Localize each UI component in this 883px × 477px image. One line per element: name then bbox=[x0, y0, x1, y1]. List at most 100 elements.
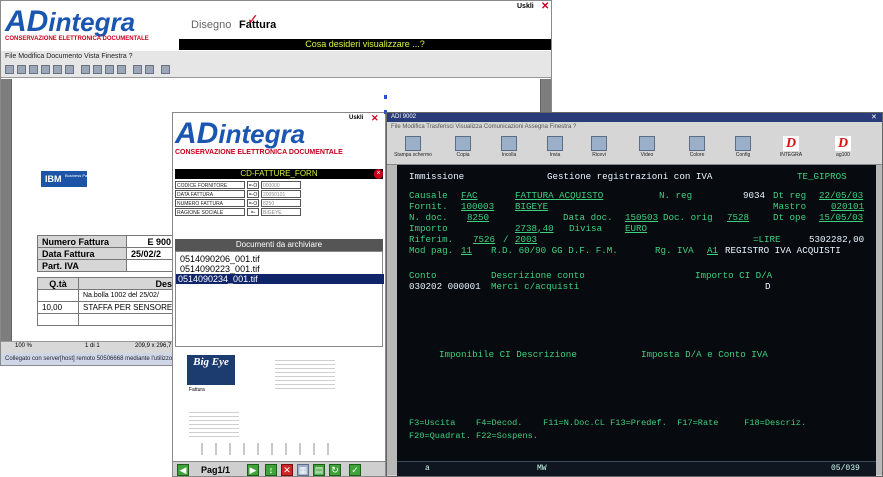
print-screen-button[interactable]: Stampa schermo bbox=[389, 134, 437, 163]
function-keys-row-1[interactable]: F3=Uscita F4=Decod. F11=N.Doc.CL F13=Pre… bbox=[409, 418, 806, 429]
docs-title-text: Documenti da archiviare bbox=[235, 240, 323, 249]
fornitore-code-field[interactable]: 100003 bbox=[461, 201, 494, 212]
zoom-level[interactable]: 100 % bbox=[15, 343, 32, 349]
archive-button[interactable]: ↕ bbox=[265, 464, 277, 476]
next-page-button[interactable]: ▶ bbox=[247, 464, 259, 476]
field-value-input[interactable]: 8250 bbox=[261, 199, 301, 207]
viewer-toolbar bbox=[1, 63, 551, 78]
text-select-icon[interactable] bbox=[65, 65, 74, 74]
copy-icon bbox=[455, 136, 471, 151]
col-descrizione-header: Descrizione conto bbox=[491, 270, 585, 281]
ndoc-label: N. doc. bbox=[409, 212, 448, 223]
config-button[interactable]: Config bbox=[719, 134, 767, 163]
logo-tagline: CONSERVAZIONE ELETTRONICA DOCUMENTALE bbox=[5, 36, 149, 42]
scan-button[interactable]: ▦ bbox=[297, 464, 309, 476]
prev-page-icon[interactable] bbox=[93, 65, 102, 74]
color-button[interactable]: Colore bbox=[673, 134, 721, 163]
riferimento-year-field[interactable]: 2003 bbox=[515, 234, 537, 245]
list-item[interactable]: 0514090223_001.tif bbox=[178, 264, 262, 274]
terminal-close-icon[interactable]: ✕ bbox=[871, 113, 877, 121]
first-page-icon[interactable] bbox=[81, 65, 90, 74]
page-indicator: Pag1/1 bbox=[201, 465, 231, 475]
importo-field[interactable]: 2738,40 bbox=[515, 223, 554, 234]
last-page-icon[interactable] bbox=[117, 65, 126, 74]
close-button[interactable]: Uskli bbox=[517, 3, 534, 10]
prev-page-button[interactable]: ◀ bbox=[177, 464, 189, 476]
field-row-numero-fattura: NUMERO FATTURA =-O 8250 bbox=[175, 199, 383, 208]
invoice-table: Numero Fattura E 900 Data Fattura 25/02/2 … bbox=[37, 235, 176, 272]
docorig-field[interactable]: 7528 bbox=[727, 212, 749, 223]
close-icon[interactable]: ✕ bbox=[371, 113, 379, 124]
function-keys-row-2[interactable]: F20=Quadrat. F22=Sospens. bbox=[409, 431, 538, 442]
send-button[interactable]: Invia bbox=[531, 134, 579, 163]
docorig-label: Doc. orig bbox=[663, 212, 713, 223]
invoice-date-value: 25/02/2 bbox=[126, 247, 176, 260]
fields-close-icon[interactable]: × bbox=[374, 169, 383, 179]
tool-label: ag100 bbox=[836, 152, 850, 158]
field-operator[interactable]: =-O bbox=[247, 199, 259, 207]
mastro-field[interactable]: 020101 bbox=[831, 201, 864, 212]
next-page-icon[interactable] bbox=[105, 65, 114, 74]
mastro-label: Mastro bbox=[773, 201, 807, 212]
rgiva-label: Rg. IVA bbox=[655, 245, 694, 256]
open-icon[interactable] bbox=[5, 65, 14, 74]
ag100-button[interactable]: Dag100 bbox=[819, 134, 867, 163]
col-importo-header: Importo CI D/A bbox=[695, 270, 773, 281]
field-value-input[interactable]: 000000 bbox=[261, 181, 301, 189]
datadoc-field[interactable]: 150503 bbox=[625, 212, 658, 223]
status-session: a bbox=[425, 464, 430, 473]
list-item-selected[interactable]: 0514090234_001.tif bbox=[176, 274, 384, 284]
zoom-icon[interactable] bbox=[53, 65, 62, 74]
field-operator[interactable]: =- bbox=[247, 208, 259, 216]
thumb-caption: Fattura bbox=[189, 387, 205, 393]
delete-button[interactable]: ✕ bbox=[281, 464, 293, 476]
paste-button[interactable]: Incolla bbox=[485, 134, 533, 163]
video-button[interactable]: Video bbox=[623, 134, 671, 163]
fit-width-icon[interactable] bbox=[145, 65, 154, 74]
fit-page-icon[interactable] bbox=[133, 65, 142, 74]
logo-tagline: CONSERVAZIONE ELETTRONICA DOCUMENTALE bbox=[175, 149, 343, 156]
rotate-button[interactable]: ↻ bbox=[329, 464, 341, 476]
invoice-number-label: Numero Fattura bbox=[37, 235, 127, 248]
dtreg-field[interactable]: 22/05/03 bbox=[819, 190, 863, 201]
receive-button[interactable]: Ricevi bbox=[575, 134, 623, 163]
imponibile-header: Imponibile CI Descrizione bbox=[439, 349, 577, 360]
integra-button[interactable]: D INTEGRA bbox=[767, 134, 815, 163]
row-conto[interactable]: 030202 000001 bbox=[409, 281, 481, 292]
menubar-items[interactable]: File Modifica Documento Vista Finestra ? bbox=[1, 53, 132, 60]
copy-button[interactable]: Copia bbox=[439, 134, 487, 163]
divisa-label: Divisa bbox=[569, 223, 603, 234]
find-icon[interactable] bbox=[161, 65, 170, 74]
riferimento-number-field[interactable]: 7526 bbox=[473, 234, 495, 245]
integra-d-icon: D bbox=[783, 136, 799, 151]
hand-icon[interactable] bbox=[41, 65, 50, 74]
fields-title: CD-FATTURE_FORN bbox=[175, 169, 383, 179]
print-icon[interactable] bbox=[29, 65, 38, 74]
field-value-input[interactable]: BIGEYE bbox=[261, 208, 301, 216]
print-button[interactable]: ▤ bbox=[313, 464, 325, 476]
field-value-input[interactable]: 20050101 bbox=[261, 190, 301, 198]
causale-field[interactable]: FAC bbox=[461, 190, 478, 201]
field-operator[interactable]: =-O bbox=[247, 181, 259, 189]
tab-disegno[interactable]: Disegno bbox=[191, 19, 231, 31]
save-icon[interactable] bbox=[17, 65, 26, 74]
divisa-field[interactable]: EURO bbox=[625, 223, 647, 234]
close-icon[interactable]: ✕ bbox=[541, 1, 549, 12]
ndoc-field[interactable]: 8250 bbox=[467, 212, 489, 223]
confirm-button[interactable]: ✓ bbox=[349, 464, 361, 476]
bigeye-logo-text: Big Eye bbox=[193, 356, 229, 368]
document-thumbnail[interactable]: Big Eye Fattura bbox=[175, 349, 383, 459]
modpag-field[interactable]: 11 bbox=[461, 245, 472, 256]
field-operator[interactable]: =-O bbox=[247, 190, 259, 198]
terminal-screen[interactable]: Immissione Gestione registrazioni con IV… bbox=[397, 165, 876, 461]
terminal-toolbar: Stampa schermo Copia Incolla Invia Ricev… bbox=[387, 133, 882, 165]
vat-label: Part. IVA bbox=[37, 259, 127, 272]
dtope-field[interactable]: 15/05/03 bbox=[819, 212, 863, 223]
list-item[interactable]: 0514090206_001.tif bbox=[178, 254, 262, 264]
receive-icon bbox=[591, 136, 607, 151]
close-button[interactable]: Uskli bbox=[349, 115, 363, 121]
field-row-data-fattura: DATA FATTURA =-O 20050101 bbox=[175, 190, 383, 199]
terminal-menu-items[interactable]: File Modifica Trasferisci Visualizza Com… bbox=[391, 124, 576, 130]
rgiva-field[interactable]: A1 bbox=[707, 245, 718, 256]
paste-icon bbox=[501, 136, 517, 151]
